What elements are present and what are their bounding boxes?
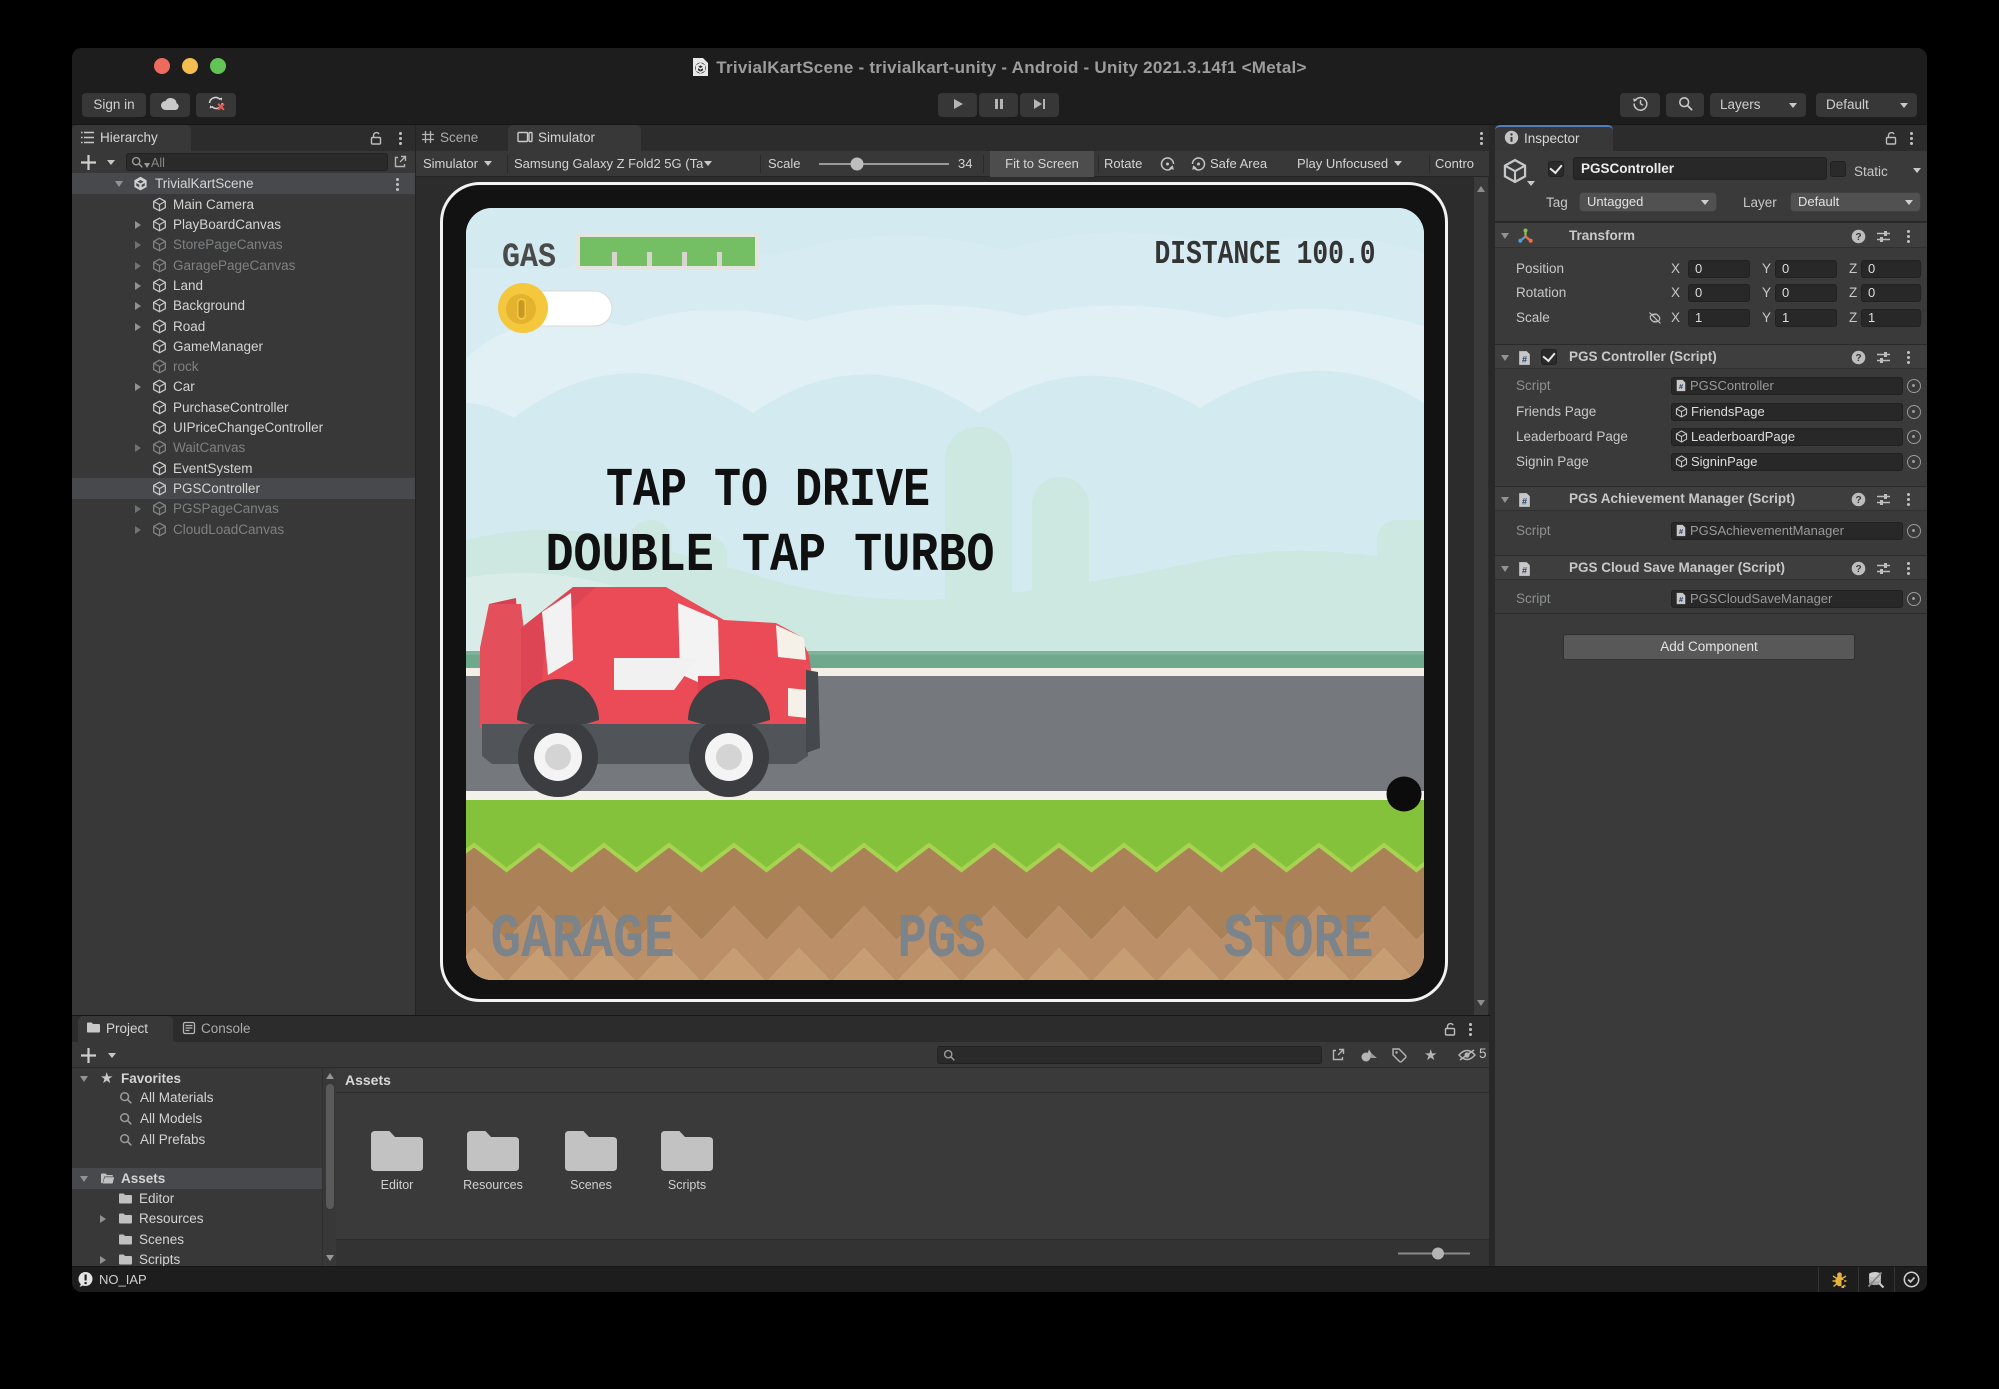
svg-text:?: ? (1855, 353, 1861, 364)
svg-text:?: ? (1855, 232, 1861, 243)
svg-text:STORE: STORE (1224, 904, 1374, 975)
svg-text:DOUBLE TAP TURBO: DOUBLE TAP TURBO (546, 524, 995, 587)
svg-text:?: ? (1855, 564, 1861, 575)
svg-text:GARAGE: GARAGE (491, 904, 675, 975)
svg-text:GAS: GAS (502, 239, 556, 277)
svg-text:PGS: PGS (898, 904, 986, 975)
svg-text:DISTANCE 100.0: DISTANCE 100.0 (1155, 236, 1376, 273)
svg-text:TAP TO DRIVE: TAP TO DRIVE (606, 459, 930, 522)
svg-text:?: ? (1855, 495, 1861, 506)
